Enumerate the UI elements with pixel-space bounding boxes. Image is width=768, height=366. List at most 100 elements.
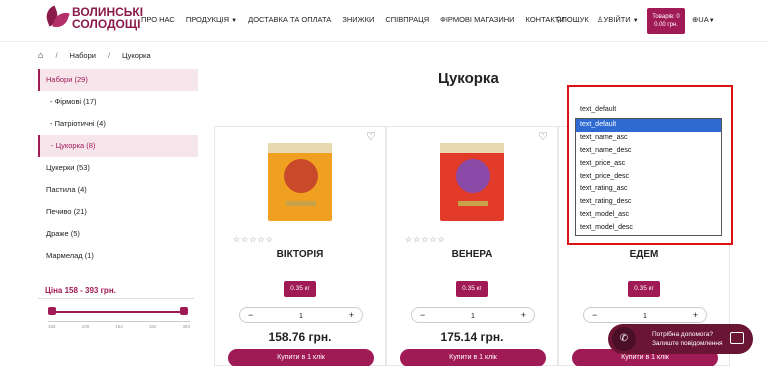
- sort-option[interactable]: text_price_asc: [576, 158, 721, 171]
- weight-option[interactable]: 0.35 кг: [628, 281, 660, 297]
- help-chat-widget[interactable]: ✆ Потрібна допомога? Залиште повідомленн…: [608, 324, 753, 354]
- plus-button[interactable]: +: [349, 310, 354, 320]
- search-link[interactable]: ⚲ПОШУК: [556, 15, 589, 24]
- minus-button[interactable]: −: [248, 310, 253, 320]
- price-slider-tick-labels: 158 109 164 182 393: [48, 324, 190, 329]
- product-card: ♡ ☆☆☆☆☆ ВЕНЕРА 0.35 кг − 1 + 175.14 грн.…: [386, 126, 558, 366]
- breadcrumb: ⌂ / Набори / Цукорка: [38, 44, 163, 66]
- sidebar-item-patriotic[interactable]: - Патріотичні (4): [38, 113, 198, 135]
- phone-icon[interactable]: ✆: [612, 327, 636, 351]
- buy-one-click-button[interactable]: Купити в 1 клік: [400, 349, 546, 366]
- product-card: ♡ ☆☆☆☆☆ ВІКТОРІЯ 0.35 кг − 1 + 158.76 гр…: [214, 126, 386, 366]
- product-name[interactable]: ЕДЕМ: [559, 249, 729, 260]
- plus-button[interactable]: +: [521, 310, 526, 320]
- logo-icon: [43, 5, 70, 31]
- chat-icon[interactable]: [730, 332, 744, 344]
- home-icon[interactable]: ⌂: [38, 50, 43, 60]
- price-filter-title: Ціна 158 - 393 грн.: [45, 286, 116, 295]
- product-name[interactable]: ВІКТОРІЯ: [215, 249, 385, 260]
- nav-delivery[interactable]: ДОСТАВКА ТА ОПЛАТА: [248, 15, 331, 24]
- quantity-stepper: − 1 +: [239, 307, 363, 323]
- sort-option[interactable]: text_name_desc: [576, 145, 721, 158]
- breadcrumb-current: Цукорка: [122, 50, 151, 60]
- sort-option[interactable]: text_price_desc: [576, 171, 721, 184]
- sidebar-item-dragee[interactable]: Драже (5): [38, 223, 198, 245]
- minus-button[interactable]: −: [420, 310, 425, 320]
- product-price: 158.76 грн.: [268, 330, 332, 344]
- sort-option[interactable]: text_name_asc: [576, 132, 721, 145]
- price-slider-min-handle[interactable]: [48, 307, 56, 315]
- search-label: ПОШУК: [561, 15, 589, 24]
- breadcrumb-separator: /: [55, 50, 58, 60]
- sidebar-item-brand[interactable]: - Фірмові (17): [38, 91, 198, 113]
- tick-label: 393: [182, 324, 190, 329]
- sidebar-item-sets[interactable]: Набори (29): [38, 69, 198, 91]
- logo[interactable]: ВОЛИНСЬКІ СОЛОДОЩІ: [43, 5, 143, 31]
- nav-cooperation[interactable]: СПІВПРАЦЯ: [385, 15, 429, 24]
- divider: [38, 298, 194, 299]
- help-text: Потрібна допомога? Залиште повідомлення: [652, 330, 723, 348]
- weight-option[interactable]: 0.35 кг: [284, 281, 316, 297]
- price-slider-track[interactable]: [52, 311, 184, 313]
- plus-button[interactable]: +: [693, 310, 698, 320]
- page-title: Цукорка: [438, 70, 499, 87]
- sidebar-item-pastila[interactable]: Пастила (4): [38, 179, 198, 201]
- sidebar-item-cookies[interactable]: Печиво (21): [38, 201, 198, 223]
- cart-count: Товарів: 0: [652, 14, 680, 20]
- breadcrumb-sets[interactable]: Набори: [70, 51, 96, 60]
- tick-label: 182: [148, 324, 157, 329]
- caret-down-icon: ▼: [231, 18, 238, 24]
- nav-products-label: ПРОДУКЦІЯ: [185, 15, 230, 24]
- heart-icon[interactable]: ♡: [538, 130, 548, 143]
- weight-option[interactable]: 0.35 кг: [456, 281, 488, 297]
- quantity-stepper: − 1 +: [583, 307, 707, 323]
- price-slider-max-handle[interactable]: [180, 307, 188, 315]
- caret-down-icon: ▼: [708, 18, 715, 24]
- product-name[interactable]: ВЕНЕРА: [387, 249, 557, 260]
- cart-total: 0.00 грн.: [654, 22, 678, 28]
- main-nav: ПРО НАС ПРОДУКЦІЯ ▼ ДОСТАВКА ТА ОПЛАТА З…: [141, 15, 576, 24]
- quantity-value[interactable]: 1: [643, 311, 647, 320]
- sidebar-item-candies[interactable]: Цукерки (53): [38, 157, 198, 179]
- product-price: 175.14 грн.: [440, 330, 504, 344]
- tick-label: 158: [48, 324, 56, 329]
- sort-option[interactable]: text_rating_desc: [576, 196, 721, 209]
- sort-options-list: text_default text_name_asc text_name_des…: [575, 118, 722, 237]
- help-line-2: Залиште повідомлення: [652, 340, 723, 347]
- minus-button[interactable]: −: [592, 310, 597, 320]
- help-line-1: Потрібна допомога?: [652, 331, 713, 338]
- sidebar-item-marmalade[interactable]: Мармелад (1): [38, 245, 198, 267]
- price-slider-ticks: [48, 318, 190, 322]
- nav-about[interactable]: ПРО НАС: [141, 15, 175, 24]
- cart-button[interactable]: Товарів: 0 0.00 грн.: [647, 8, 685, 34]
- tick-label: 164: [115, 324, 123, 329]
- category-sidebar: Набори (29) - Фірмові (17) - Патріотичні…: [38, 69, 198, 267]
- product-image[interactable]: [262, 137, 338, 229]
- sort-option[interactable]: text_default: [576, 119, 721, 132]
- box-illustration: [268, 143, 332, 221]
- logo-line-2: СОЛОДОЩІ: [72, 17, 141, 31]
- caret-down-icon: ▼: [632, 18, 639, 24]
- heart-icon[interactable]: ♡: [366, 130, 376, 143]
- quantity-stepper: − 1 +: [411, 307, 535, 323]
- nav-discounts[interactable]: ЗНИЖКИ: [342, 15, 374, 24]
- logo-text: ВОЛИНСЬКІ СОЛОДОЩІ: [72, 6, 143, 30]
- rating-stars: ☆☆☆☆☆: [405, 235, 446, 244]
- login-link[interactable]: ♙УВІЙТИ ▼: [597, 15, 639, 24]
- quantity-value[interactable]: 1: [299, 311, 303, 320]
- nav-stores[interactable]: ФІРМОВІ МАГАЗИНИ: [440, 15, 514, 24]
- quantity-value[interactable]: 1: [471, 311, 475, 320]
- sort-option[interactable]: text_model_desc: [576, 222, 721, 235]
- product-image[interactable]: [434, 137, 510, 229]
- sort-option[interactable]: text_model_asc: [576, 209, 721, 222]
- language-selector[interactable]: ⊕UA▼: [692, 15, 715, 24]
- tick-label: 109: [81, 324, 90, 329]
- sort-option[interactable]: text_rating_asc: [576, 183, 721, 196]
- sort-select-value[interactable]: text_default: [580, 106, 616, 113]
- sidebar-item-tsukorka[interactable]: - Цукорка (8): [38, 135, 198, 157]
- buy-one-click-button[interactable]: Купити в 1 клік: [228, 349, 374, 366]
- language-label: UA: [698, 15, 709, 24]
- nav-products[interactable]: ПРОДУКЦІЯ ▼: [186, 15, 237, 24]
- site-header: ВОЛИНСЬКІ СОЛОДОЩІ ПРО НАС ПРОДУКЦІЯ ▼ Д…: [0, 0, 768, 42]
- breadcrumb-separator: /: [107, 50, 111, 60]
